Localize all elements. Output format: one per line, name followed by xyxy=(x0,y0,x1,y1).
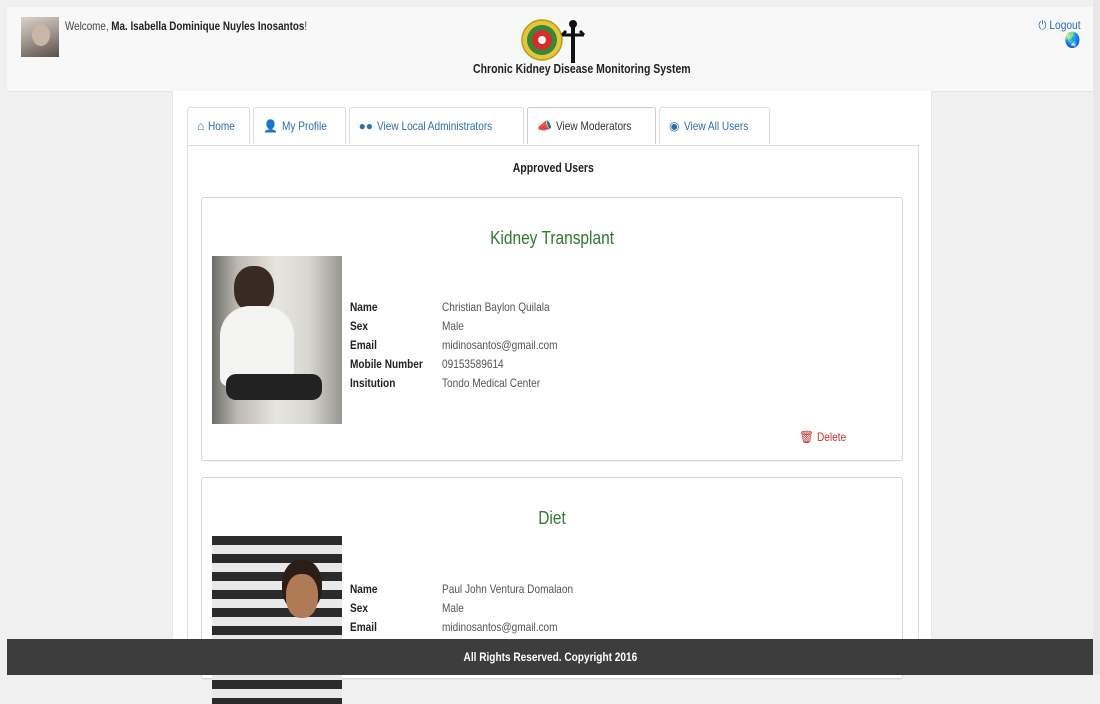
tab-my-profile[interactable]: 👤 My Profile xyxy=(253,107,346,144)
info-row-email: Email midinosantos@gmail.com xyxy=(350,618,598,637)
page-scrollbar[interactable] xyxy=(1093,0,1100,675)
sex-label: Sex xyxy=(350,601,368,615)
photo-figure-face xyxy=(286,574,318,618)
sex-value: Male xyxy=(442,601,464,615)
megaphone-icon: 📣 xyxy=(537,119,553,133)
app-logo xyxy=(521,19,586,63)
user-photo xyxy=(212,256,342,424)
info-row-email: Email midinosantos@gmail.com xyxy=(350,336,580,355)
moderator-card: Kidney Transplant Name Christian Baylon Q… xyxy=(201,197,903,461)
mobile-label: Mobile Number xyxy=(350,357,423,371)
tab-view-moderators[interactable]: 📣 View Moderators xyxy=(527,107,657,144)
welcome-message: Welcome, Ma. Isabella Dominique Nuyles I… xyxy=(65,19,307,33)
email-label: Email xyxy=(350,620,377,634)
logout-link[interactable]: ⏻ Logout xyxy=(1039,18,1081,32)
card-title: Kidney Transplant xyxy=(202,228,902,249)
footer-text: All Rights Reserved. Copyright 2016 xyxy=(463,650,637,664)
user-info: Name Christian Baylon Quilala Sex Male Ema… xyxy=(350,298,580,393)
panel-heading: Approved Users xyxy=(188,161,918,175)
delete-label: Delete xyxy=(817,430,847,444)
user-icon: 👤 xyxy=(263,119,279,133)
tab-home-label: Home xyxy=(208,119,236,133)
top-header: Welcome, Ma. Isabella Dominique Nuyles I… xyxy=(7,7,1093,92)
institution-label: Insitution xyxy=(350,376,396,390)
home-icon: ⌂ xyxy=(197,119,205,133)
info-row-mobile: Mobile Number 09153589614 xyxy=(350,355,580,374)
card-title: Diet xyxy=(202,508,902,529)
tab-view-all-users[interactable]: ◉ View All Users xyxy=(659,107,770,144)
tab-view-moderators-label: View Moderators xyxy=(556,119,632,133)
name-value: Paul John Ventura Domalaon xyxy=(442,582,574,596)
welcome-user-name: Ma. Isabella Dominique Nuyles Inosantos xyxy=(111,19,305,33)
institution-value: Tondo Medical Center xyxy=(442,376,541,390)
welcome-prefix: Welcome, xyxy=(65,19,112,33)
tab-home[interactable]: ⌂ Home xyxy=(187,107,251,144)
photo-figure-legs xyxy=(226,374,322,400)
eye-icon: ◉ xyxy=(669,119,680,133)
app-title: Chronic Kidney Disease Monitoring System xyxy=(473,62,691,76)
name-label: Name xyxy=(350,300,378,314)
logout-area: ⏻ Logout 🌏 xyxy=(1039,18,1081,48)
email-value: midinosantos@gmail.com xyxy=(442,620,558,634)
user-photo xyxy=(212,536,342,704)
name-label: Name xyxy=(350,582,378,596)
info-row-sex: Sex Male xyxy=(350,599,598,618)
main-container: ⌂ Home 👤 My Profile ●● View Local Admini… xyxy=(172,91,932,704)
info-row-institution: Insitution Tondo Medical Center xyxy=(350,374,580,393)
user-avatar xyxy=(21,17,59,57)
mobile-value: 09153589614 xyxy=(442,357,504,371)
delete-button[interactable]: 🗑 Delete xyxy=(799,430,852,444)
card-title-text: Kidney Transplant xyxy=(490,228,614,248)
info-row-name: Name Christian Baylon Quilala xyxy=(350,298,580,317)
trash-icon: 🗑 xyxy=(799,430,815,444)
sex-label: Sex xyxy=(350,319,368,333)
info-row-name: Name Paul John Ventura Domalaon xyxy=(350,580,598,599)
email-label: Email xyxy=(350,338,377,352)
nav-tabs: ⌂ Home 👤 My Profile ●● View Local Admini… xyxy=(187,107,770,145)
tab-view-local-administrators[interactable]: ●● View Local Administrators xyxy=(348,107,525,144)
tab-my-profile-label: My Profile xyxy=(282,119,328,133)
card-title-text: Diet xyxy=(538,508,566,528)
globe-icon[interactable]: 🌏 xyxy=(1039,33,1081,48)
tab-view-all-users-label: View All Users xyxy=(683,119,748,133)
logout-label: Logout xyxy=(1049,18,1081,32)
page-footer: All Rights Reserved. Copyright 2016 xyxy=(7,639,1093,675)
name-value: Christian Baylon Quilala xyxy=(442,300,550,314)
binoculars-icon: ●● xyxy=(358,119,374,133)
info-row-sex: Sex Male xyxy=(350,317,580,336)
approved-users-panel: Approved Users Kidney Transplant Name Chr… xyxy=(187,145,919,704)
welcome-suffix: ! xyxy=(304,19,308,33)
tab-view-local-administrators-label: View Local Administrators xyxy=(377,119,493,133)
power-icon: ⏻ xyxy=(1038,18,1047,32)
panel-heading-text: Approved Users xyxy=(512,161,594,175)
email-value: midinosantos@gmail.com xyxy=(442,338,558,352)
sex-value: Male xyxy=(442,319,464,333)
